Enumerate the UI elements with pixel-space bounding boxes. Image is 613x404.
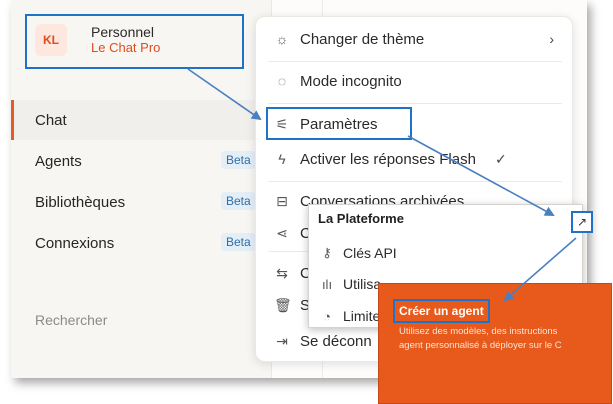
menu-divider	[268, 103, 562, 104]
check-icon: ✓	[495, 150, 507, 167]
menu-divider	[268, 181, 562, 182]
chevron-right-icon: ›	[549, 31, 554, 47]
menu-item-label: Changer de thème	[300, 30, 425, 48]
sidebar-item-chat[interactable]: Chat	[11, 100, 272, 140]
highlight-profile	[25, 14, 244, 69]
sun-icon: ☼	[275, 31, 289, 47]
trash-icon: 🗑	[274, 296, 292, 313]
plateforme-title: La Plateforme	[318, 211, 404, 226]
sidebar-item-libraries[interactable]: Bibliothèques Beta	[11, 182, 272, 222]
create-agent-title: Créer un agent	[393, 299, 490, 323]
sidebar-item-label: Bibliothèques	[35, 193, 126, 211]
create-agent-card[interactable]: Créer un agent Utilisez des modèles, des…	[378, 283, 612, 404]
gauge-icon: ◔	[323, 308, 331, 324]
sidebar-item-connections[interactable]: Connexions Beta	[11, 223, 272, 263]
plateforme-item-api-keys[interactable]: ⚷ Clés API	[319, 240, 397, 266]
key-icon: ⚷	[322, 245, 332, 260]
sidebar-item-agents[interactable]: Agents Beta	[11, 141, 272, 181]
menu-item-label: Mode incognito	[300, 72, 402, 90]
beta-badge: Beta	[221, 233, 256, 251]
plateforme-item-limits[interactable]: ◔ Limite	[319, 303, 380, 329]
sidebar-item-label: Chat	[35, 111, 67, 129]
archive-icon: ⊟	[276, 192, 288, 209]
incognito-icon: ◌	[277, 73, 287, 89]
external-link-icon[interactable]: ↗	[571, 211, 593, 233]
menu-item-label: Se déconn	[300, 332, 372, 350]
beta-badge: Beta	[221, 151, 256, 169]
bar-chart-icon: ılı	[321, 276, 333, 292]
menu-item-incognito[interactable]: ◌ Mode incognito	[256, 63, 574, 99]
highlight-settings	[266, 107, 412, 140]
plateforme-item-label: Utilisa	[343, 276, 382, 292]
lightning-icon: ϟ	[278, 151, 286, 167]
sidebar-item-label: Connexions	[35, 234, 115, 252]
create-agent-description: Utilisez des modèles, des instructions a…	[399, 325, 611, 353]
search-button[interactable]: Rechercher	[35, 312, 107, 328]
menu-divider	[268, 61, 562, 62]
sidebar-item-label: Agents	[35, 152, 82, 170]
share-icon: ⋖	[276, 224, 288, 241]
create-agent-desc-line: agent personnalisé à déployer sur le C	[399, 340, 562, 351]
switch-icon: ⇆	[276, 264, 288, 281]
plateforme-item-label: Clés API	[343, 245, 397, 261]
logout-icon: ⇥	[276, 332, 288, 349]
menu-item-label: Activer les réponses Flash	[300, 150, 476, 168]
create-agent-desc-line: Utilisez des modèles, des instructions	[399, 326, 558, 337]
menu-item-theme[interactable]: ☼ Changer de thème ›	[256, 21, 574, 57]
plateforme-item-label: Limite	[343, 308, 381, 324]
menu-item-flash[interactable]: ϟ Activer les réponses Flash ✓	[256, 141, 574, 177]
plateforme-item-usage[interactable]: ılı Utilisa	[319, 271, 381, 297]
beta-badge: Beta	[221, 192, 256, 210]
